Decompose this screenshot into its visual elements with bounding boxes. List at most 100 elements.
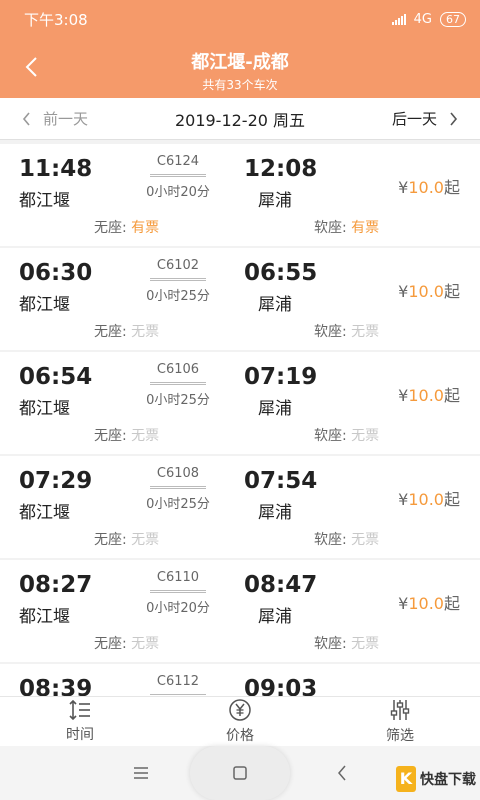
route-line (150, 590, 206, 593)
price-suffix: 起 (443, 386, 460, 405)
train-number: C6102 (156, 258, 200, 273)
back-nav-button[interactable] (322, 758, 362, 788)
sort-tab-bar: 时间 价格 筛选 (0, 696, 480, 746)
soft-seat-info: 软座: 无票 (314, 321, 379, 341)
depart-time: 08:27 (19, 572, 93, 598)
no-seat-status: 无票 (131, 324, 160, 340)
no-seat-info: 无座: 有票 (94, 217, 159, 237)
tab-label: 时间 (66, 727, 94, 743)
train-number: C6112 (156, 674, 200, 689)
date-bar: 前一天 2019-12-20 周五 后一天 (0, 98, 480, 140)
depart-time: 07:29 (19, 468, 93, 494)
price: ¥10.0起 (398, 382, 460, 406)
no-seat-label: 无座: (94, 532, 127, 548)
route-line (150, 278, 206, 281)
tab-sort-time[interactable]: 时间 (0, 697, 160, 746)
price: ¥10.0起 (398, 486, 460, 510)
menu-icon (134, 767, 148, 779)
price-suffix: 起 (443, 178, 460, 197)
chevron-left-icon (338, 765, 346, 781)
no-seat-label: 无座: (94, 428, 127, 444)
train-list[interactable]: 11:48 都江堰 C6124 0小时20分 12:08 犀浦 ¥10.0起 无… (0, 142, 480, 696)
price-value: 10.0 (408, 282, 444, 301)
soft-seat-status: 无票 (351, 428, 380, 444)
soft-seat-label: 软座: (314, 324, 347, 340)
train-row[interactable]: 08:39 C6112 09:03 (0, 664, 480, 696)
arrive-time: 09:03 (244, 676, 318, 696)
chevron-left-icon (22, 111, 30, 126)
filter-sliders-icon (390, 700, 410, 720)
price-currency: ¥ (398, 594, 409, 613)
no-seat-status: 有票 (131, 220, 160, 236)
status-icons: 4G 67 (391, 11, 466, 27)
train-row[interactable]: 07:29 都江堰 C6108 0小时25分 07:54 犀浦 ¥10.0起 无… (0, 456, 480, 558)
route-line (150, 382, 206, 385)
tab-filter[interactable]: 筛选 (320, 697, 480, 746)
price-currency: ¥ (398, 178, 409, 197)
price-suffix: 起 (443, 490, 460, 509)
price-currency: ¥ (398, 386, 409, 405)
soft-seat-info: 软座: 无票 (314, 529, 379, 549)
arrive-time: 06:55 (244, 260, 318, 286)
train-number: C6124 (156, 154, 200, 169)
price: ¥10.0起 (398, 174, 460, 198)
price-value: 10.0 (408, 490, 444, 509)
no-seat-label: 无座: (94, 324, 127, 340)
logo-mark: K (396, 766, 416, 792)
status-time: 下午3:08 (24, 10, 88, 29)
square-home-icon (233, 766, 247, 780)
logo-text: 快盘下载 (420, 772, 476, 788)
duration: 0小时25分 (146, 289, 210, 304)
soft-seat-label: 软座: (314, 220, 347, 236)
price: ¥10.0起 (398, 278, 460, 302)
depart-station: 都江堰 (19, 295, 70, 315)
arrive-station: 犀浦 (258, 399, 292, 419)
price-suffix: 起 (443, 282, 460, 301)
arrive-time: 07:19 (244, 364, 318, 390)
train-number: C6110 (156, 570, 200, 585)
no-seat-status: 无票 (131, 636, 160, 652)
prev-day-button[interactable]: 前一天 (22, 108, 88, 129)
tab-sort-price[interactable]: 价格 (160, 697, 320, 746)
no-seat-status: 无票 (131, 428, 160, 444)
soft-seat-status: 无票 (351, 636, 380, 652)
route-line (150, 174, 206, 177)
sort-time-icon (69, 699, 90, 721)
price-currency: ¥ (398, 282, 409, 301)
chevron-right-icon (450, 111, 458, 126)
tab-label: 筛选 (386, 728, 414, 744)
price-currency: ¥ (398, 490, 409, 509)
train-number: C6106 (156, 362, 200, 377)
menu-nav-button[interactable] (121, 758, 161, 788)
page-title: 都江堰-成都 (191, 52, 289, 73)
duration: 0小时25分 (146, 497, 210, 512)
train-row[interactable]: 11:48 都江堰 C6124 0小时20分 12:08 犀浦 ¥10.0起 无… (0, 144, 480, 246)
arrive-station: 犀浦 (258, 503, 292, 523)
soft-seat-label: 软座: (314, 636, 347, 652)
arrive-time: 08:47 (244, 572, 318, 598)
system-nav-bar: K 快盘下载 (0, 746, 480, 800)
train-row[interactable]: 08:27 都江堰 C6110 0小时20分 08:47 犀浦 ¥10.0起 无… (0, 560, 480, 662)
signal-icon (391, 13, 406, 25)
next-day-label: 后一天 (391, 110, 437, 128)
no-seat-status: 无票 (131, 532, 160, 548)
status-bar: 下午3:08 4G 67 (0, 0, 480, 38)
depart-station: 都江堰 (19, 399, 70, 419)
depart-station: 都江堰 (19, 191, 70, 211)
soft-seat-status: 无票 (351, 532, 380, 548)
next-day-button[interactable]: 后一天 (392, 108, 458, 129)
soft-seat-info: 软座: 无票 (314, 633, 379, 653)
back-button[interactable] (16, 52, 46, 82)
price-suffix: 起 (443, 594, 460, 613)
train-number: C6108 (156, 466, 200, 481)
soft-seat-info: 软座: 有票 (314, 217, 379, 237)
train-row[interactable]: 06:54 都江堰 C6106 0小时25分 07:19 犀浦 ¥10.0起 无… (0, 352, 480, 454)
home-nav-button[interactable] (190, 746, 290, 800)
current-date[interactable]: 2019-12-20 周五 (175, 107, 305, 131)
prev-day-label: 前一天 (43, 110, 89, 128)
soft-seat-status: 无票 (351, 324, 380, 340)
duration: 0小时25分 (146, 393, 210, 408)
depart-time: 06:54 (19, 364, 93, 390)
train-row[interactable]: 06:30 都江堰 C6102 0小时25分 06:55 犀浦 ¥10.0起 无… (0, 248, 480, 350)
network-type: 4G (413, 11, 432, 27)
